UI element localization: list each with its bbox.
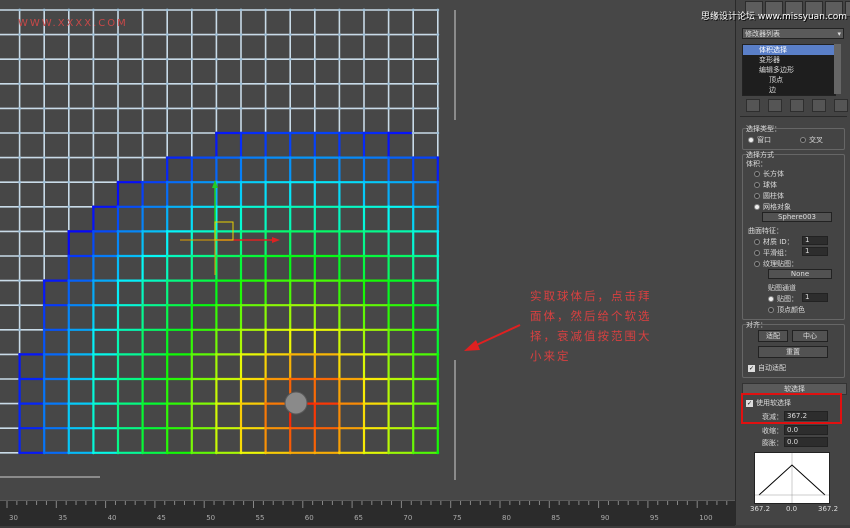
sphere-object[interactable] <box>284 391 308 415</box>
texture-none-button[interactable]: None <box>768 269 832 279</box>
ruler-tick-label: 75 <box>453 514 462 522</box>
window-radio[interactable]: 窗口 <box>748 135 771 145</box>
cylinder-radio[interactable]: 圆柱体 <box>754 191 784 201</box>
curve-label-right: 367.2 <box>818 505 839 513</box>
ruler-tick-label: 45 <box>157 514 166 522</box>
mesh-grid[interactable] <box>0 0 735 500</box>
show-end-result-icon[interactable] <box>768 99 782 112</box>
fit-button[interactable]: 适配 <box>758 330 788 342</box>
curve-label-mid: 0.0 <box>786 505 798 513</box>
ruler-tick-label: 40 <box>108 514 117 522</box>
remove-modifier-icon[interactable] <box>812 99 826 112</box>
modifier-stack[interactable]: 体积选择 变形器 编辑多边形 顶点 边 <box>742 44 836 96</box>
pinch-label: 收缩： <box>762 427 783 435</box>
crossing-radio[interactable]: 交叉 <box>800 135 823 145</box>
falloff-curve <box>754 452 830 504</box>
smoothing-radio[interactable]: 平滑组： <box>754 248 791 258</box>
ruler-tick-label: 30 <box>9 514 18 522</box>
ruler-tick-label: 100 <box>699 514 712 522</box>
stack-item[interactable]: 顶点 <box>743 75 835 85</box>
curve-label-left: 367.2 <box>750 505 771 513</box>
ruler-tick-label: 60 <box>305 514 314 522</box>
material-id-radio[interactable]: 材质 ID： <box>754 237 794 247</box>
align-title: 对齐： <box>746 321 767 329</box>
ruler-tick-label: 55 <box>256 514 265 522</box>
bubble-spinner[interactable]: 0.0 <box>784 437 828 447</box>
selection-type-title: 选择类型： <box>746 125 781 133</box>
ruler-tick-label: 90 <box>601 514 610 522</box>
site-logo: 思缘设计论坛 www.missyuan.com <box>701 12 847 22</box>
smoothing-spinner[interactable]: 1 <box>802 247 828 256</box>
divider <box>740 116 847 117</box>
make-unique-icon[interactable] <box>790 99 804 112</box>
ruler-tick-label: 85 <box>551 514 560 522</box>
ruler-ticks: 30 35 40 45 50 55 60 65 70 75 80 85 90 95 100 <box>6 501 728 522</box>
mesh-edges <box>0 8 440 455</box>
stack-item[interactable]: 变形器 <box>743 55 835 65</box>
stack-scrollbar[interactable] <box>834 44 841 94</box>
ruler-tick-label: 35 <box>58 514 67 522</box>
volume-label: 体积： <box>746 160 767 168</box>
falloff-curve-graph <box>755 453 829 503</box>
chevron-down-icon: ▾ <box>837 30 841 38</box>
stack-tools <box>746 99 848 112</box>
box-radio[interactable]: 长方体 <box>754 169 784 179</box>
material-id-spinner[interactable]: 1 <box>802 236 828 245</box>
annotation-text: 实取球体后，点击拜面体，然后给个软选择，衰减值按范围大小来定 <box>530 289 652 363</box>
configure-sets-icon[interactable] <box>834 99 848 112</box>
watermark: WWW.XXXX.COM <box>18 18 128 29</box>
soft-selection-title: 软选择 <box>784 385 805 393</box>
center-button[interactable]: 中心 <box>792 330 828 342</box>
map-channel-label: 贴图通道 <box>768 284 796 292</box>
stack-item[interactable]: 编辑多边形 <box>743 65 835 75</box>
reset-button[interactable]: 重置 <box>758 346 828 358</box>
modifier-list-dropdown[interactable]: 修改器列表 ▾ <box>742 28 844 39</box>
ruler-tick-label: 95 <box>650 514 659 522</box>
timeline-ruler[interactable]: 30 35 40 45 50 55 60 65 70 75 80 85 90 95 100 <box>0 500 735 526</box>
ruler-tick-label: 80 <box>502 514 511 522</box>
map-spinner[interactable]: 1 <box>802 293 828 302</box>
command-panel: 思缘设计论坛 www.missyuan.com 修改器列表 ▾ 体积选择 变形器… <box>701 0 850 525</box>
pinch-spinner[interactable]: 0.0 <box>784 425 828 435</box>
map-radio[interactable]: 贴图： <box>768 294 798 304</box>
stack-item[interactable]: 体积选择 <box>743 45 835 55</box>
vertex-color-radio[interactable]: 顶点颜色 <box>768 305 805 315</box>
pick-object-button[interactable]: Sphere003 <box>762 212 832 222</box>
surface-title: 曲面特征： <box>748 227 783 235</box>
auto-fit-checkbox[interactable]: ✓ 自动适配 <box>748 363 786 373</box>
highlight-box <box>741 393 842 424</box>
arrow-icon <box>464 324 521 351</box>
pin-stack-icon[interactable] <box>746 99 760 112</box>
sphere-radio[interactable]: 球体 <box>754 180 777 190</box>
ruler-tick-label: 50 <box>206 514 215 522</box>
bubble-label: 膨胀： <box>762 439 783 447</box>
ruler-tick-label: 65 <box>354 514 363 522</box>
modifier-list-label: 修改器列表 <box>745 30 780 38</box>
texture-map-radio[interactable]: 纹理贴图： <box>754 259 798 269</box>
viewport[interactable]: WWW.XXXX.COM 实取球体后，点击拜面体，然后给个软选择，衰减值按范围大… <box>0 0 735 500</box>
ruler-tick-label: 70 <box>403 514 412 522</box>
mesh-object-radio[interactable]: 网格对象 <box>754 202 791 212</box>
stack-item[interactable]: 边 <box>743 85 835 95</box>
